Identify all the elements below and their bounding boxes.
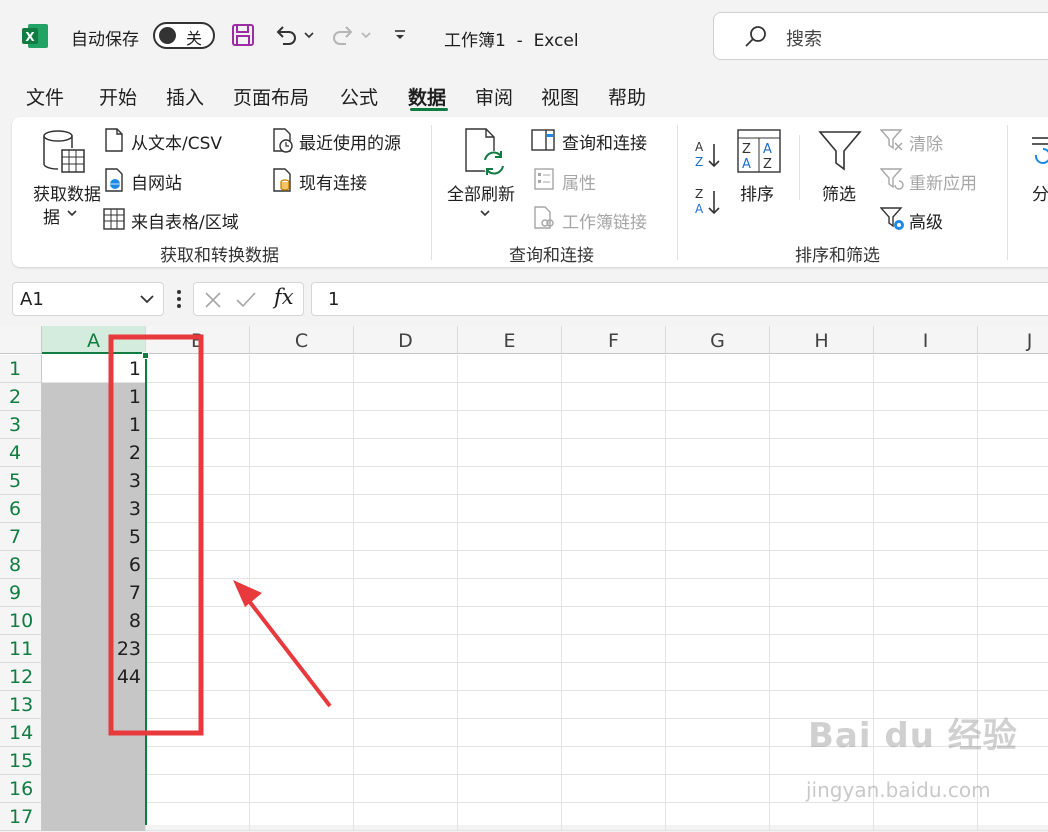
watermark-url: jingyan.baidu.com [806, 778, 991, 802]
watermark-brand: Bai du 经验 [808, 716, 1018, 756]
annotation-arrow-shaft [244, 595, 332, 708]
annotation-box [108, 334, 204, 736]
annotation-arrow-head [233, 580, 262, 607]
